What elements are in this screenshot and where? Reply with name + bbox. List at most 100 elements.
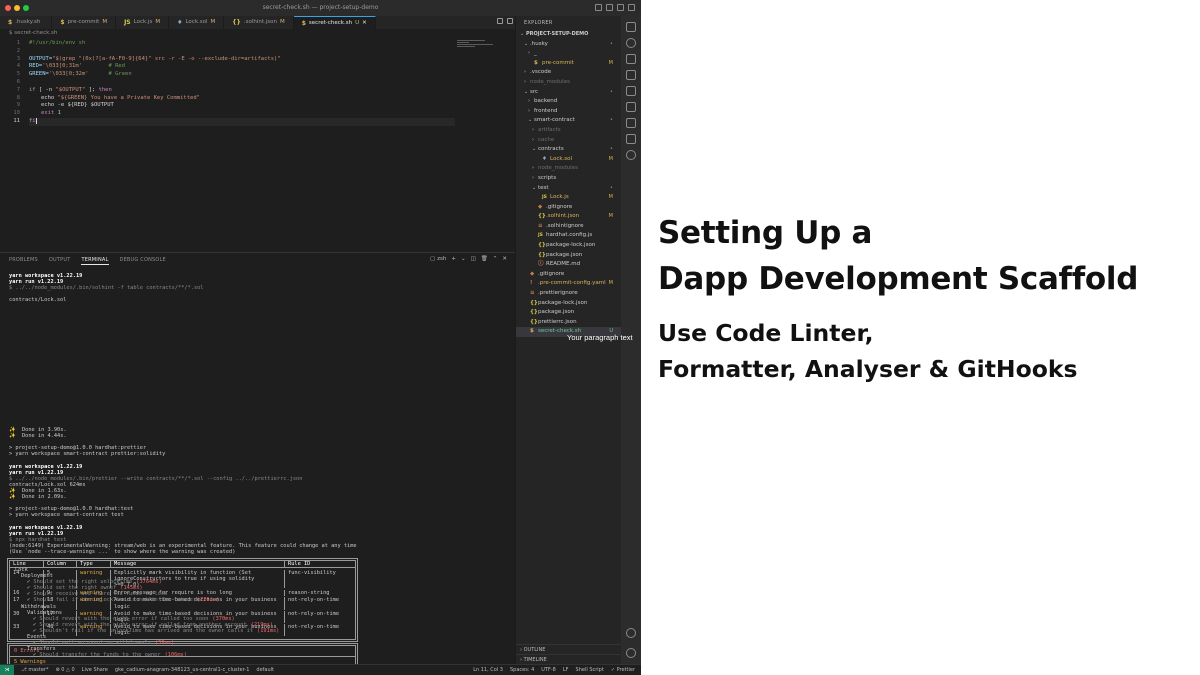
tree-item[interactable]: ⌄ .husky • xyxy=(516,40,622,50)
testing-icon[interactable] xyxy=(626,118,636,128)
maximize-panel-icon[interactable]: ⌃ xyxy=(493,256,498,262)
problems-count[interactable]: ⊗ 0 △ 0 xyxy=(55,665,74,675)
code-line-9[interactable]: echo -e ${RED} $OUTPUT xyxy=(41,102,114,110)
tree-item[interactable]: JS Lock.js M xyxy=(516,193,622,203)
tree-item[interactable]: ◆ .gitignore xyxy=(516,203,622,213)
code-line-5[interactable]: GREEN='\033[0;32m' # Green xyxy=(29,71,132,79)
new-terminal-icon[interactable]: + xyxy=(451,256,456,262)
code-line-1[interactable]: #!/usr/bin/env sh xyxy=(29,40,85,48)
remote-indicator[interactable]: ⋊ xyxy=(0,665,14,675)
tree-item[interactable]: › _ xyxy=(516,49,622,59)
k8s-cluster[interactable]: gke_cadium-anagram-348123_us-central1-c_… xyxy=(115,665,250,675)
tree-item[interactable]: › frontend xyxy=(516,107,622,117)
tree-item[interactable]: ◆ .gitignore xyxy=(516,270,622,280)
remote-explorer-icon[interactable] xyxy=(626,102,636,112)
tree-item[interactable]: {} prettierrc.json xyxy=(516,318,622,328)
encoding[interactable]: UTF-8 xyxy=(541,665,556,675)
customize-layout-icon[interactable] xyxy=(628,4,635,11)
kill-terminal-icon[interactable]: 🗑 xyxy=(481,256,488,262)
tree-item[interactable]: {} package.json xyxy=(516,308,622,318)
minimap[interactable] xyxy=(457,40,497,52)
tree-item[interactable]: ⌄ smart-contract • xyxy=(516,116,622,126)
test-results[interactable]: Lock Deployment ✔ Should set the right unl… xyxy=(9,567,509,658)
run-debug-icon[interactable] xyxy=(626,70,636,80)
live-share-status[interactable]: Live Share xyxy=(82,665,108,675)
outline-section[interactable]: › OUTLINE xyxy=(516,644,622,654)
panel-tab-output[interactable]: OUTPUT xyxy=(49,257,71,265)
tree-item[interactable]: › cache xyxy=(516,136,622,146)
code-line-10[interactable]: exit 1 xyxy=(41,110,61,118)
timeline-icon[interactable] xyxy=(626,150,636,160)
more-actions-icon[interactable] xyxy=(507,18,513,24)
tab-4[interactable]: {} .solhint.json M xyxy=(224,16,294,29)
tree-item[interactable]: ≡ .solhintignore xyxy=(516,222,622,232)
tree-item[interactable]: › node_modules xyxy=(516,164,622,174)
close-tab-icon[interactable]: ✕ xyxy=(362,17,367,30)
tree-item[interactable]: ⌄ contracts • xyxy=(516,145,622,155)
tree-item[interactable]: › scripts xyxy=(516,174,622,184)
explorer-icon[interactable] xyxy=(626,22,636,32)
tree-item[interactable]: ⌄ src • xyxy=(516,88,622,98)
tree-item[interactable]: ! .pre-commit-config.yaml M xyxy=(516,279,622,289)
code-editor[interactable]: 1 2 3 4 5 6 7 8 9 10 11 #!/usr/bin/env sh OUTPUT="… xyxy=(0,38,515,248)
tree-item[interactable]: {} package-lock.json xyxy=(516,299,622,309)
accounts-icon[interactable] xyxy=(626,628,636,638)
tab-1[interactable]: $ pre-commit M xyxy=(52,16,117,29)
panel-tab-debug-console[interactable]: DEBUG CONSOLE xyxy=(120,257,166,265)
tab-status: M xyxy=(155,19,161,25)
tree-item[interactable]: {} .solhint.json M xyxy=(516,212,622,222)
search-icon[interactable] xyxy=(626,38,636,48)
code-line-11[interactable]: fi​ xyxy=(29,118,455,126)
split-terminal-icon[interactable]: ◫ xyxy=(471,256,476,262)
source-control-icon[interactable] xyxy=(626,54,636,64)
panel-tab-problems[interactable]: PROBLEMS xyxy=(9,257,38,265)
minimize-window-button[interactable] xyxy=(14,5,20,11)
tree-item[interactable]: {} package.json xyxy=(516,251,622,261)
indentation[interactable]: Spaces: 4 xyxy=(510,665,534,675)
line-ending[interactable]: LF xyxy=(563,665,569,675)
split-editor-icon[interactable] xyxy=(497,18,503,24)
extensions-icon[interactable] xyxy=(626,86,636,96)
code-line-4[interactable]: RED='\033[0;31m' # Red xyxy=(29,63,125,71)
tree-item[interactable]: ⌄ test • xyxy=(516,184,622,194)
timeline-section[interactable]: › TIMELINE xyxy=(516,654,622,664)
panel-tab-terminal[interactable]: TERMINAL xyxy=(81,257,109,265)
toggle-panel-icon[interactable] xyxy=(606,4,613,11)
tree-item[interactable]: {} package-lock.json xyxy=(516,241,622,251)
tree-item[interactable]: ♦ Lock.sol M xyxy=(516,155,622,165)
tree-item[interactable]: $ pre-commit M xyxy=(516,59,622,69)
tree-item[interactable]: › artifacts xyxy=(516,126,622,136)
manage-gear-icon[interactable] xyxy=(626,648,636,658)
close-panel-icon[interactable]: ✕ xyxy=(502,256,507,262)
tree-item[interactable]: ⓘ README.md xyxy=(516,260,622,270)
code-line-3[interactable]: OUTPUT="$(grep "(0x)?[a-fA-F0-9]{64}" sr… xyxy=(29,56,281,64)
tree-item[interactable]: JS hardhat.config.js xyxy=(516,231,622,241)
breadcrumb[interactable]: $ secret-check.sh xyxy=(9,30,57,36)
prettier-status[interactable]: ✓ Prettier xyxy=(611,665,635,675)
terminal-dropdown-icon[interactable]: ⌄ xyxy=(461,256,466,262)
git-branch[interactable]: ⎇ master* xyxy=(21,665,48,675)
tree-item[interactable]: ≡ .prettierignore xyxy=(516,289,622,299)
line-number: 9 xyxy=(16,102,20,109)
tab-2[interactable]: JS Lock.js M xyxy=(116,16,170,29)
zoom-window-button[interactable] xyxy=(23,5,29,11)
tree-item[interactable]: ⌄ PROJECT-SETUP-DEMO xyxy=(516,30,622,40)
terminal-output[interactable]: yarn workspace v1.22.19 yarn run v1.22.1… xyxy=(9,273,509,303)
terminal-shell-label[interactable]: ▢ zsh xyxy=(430,256,446,262)
code-line-7[interactable]: if [ -n "$OUTPUT" ]; then xyxy=(29,87,112,95)
cursor-position[interactable]: Ln 11, Col 3 xyxy=(473,665,503,675)
tree-item[interactable]: › node_modules xyxy=(516,78,622,88)
live-share-icon[interactable] xyxy=(626,134,636,144)
k8s-namespace[interactable]: default xyxy=(256,665,274,675)
tab-3[interactable]: ♦ Lock.sol M xyxy=(169,16,225,29)
language-mode[interactable]: Shell Script xyxy=(576,665,604,675)
tree-item[interactable]: › .vscode xyxy=(516,68,622,78)
code-line-8[interactable]: echo "${GREEN} You have a Private Key Co… xyxy=(41,95,200,103)
tab-0[interactable]: $ .husky.sh xyxy=(0,16,53,29)
toggle-sidebar-icon[interactable] xyxy=(595,4,602,11)
toggle-secondary-sidebar-icon[interactable] xyxy=(617,4,624,11)
close-window-button[interactable] xyxy=(5,5,11,11)
tab-5[interactable]: $ secret-check.sh U ✕ xyxy=(293,16,376,30)
tree-item[interactable]: › backend xyxy=(516,97,622,107)
terminal-output-2[interactable]: ✨ Done in 3.90s. ✨ Done in 4.44s. > proj… xyxy=(9,427,509,567)
